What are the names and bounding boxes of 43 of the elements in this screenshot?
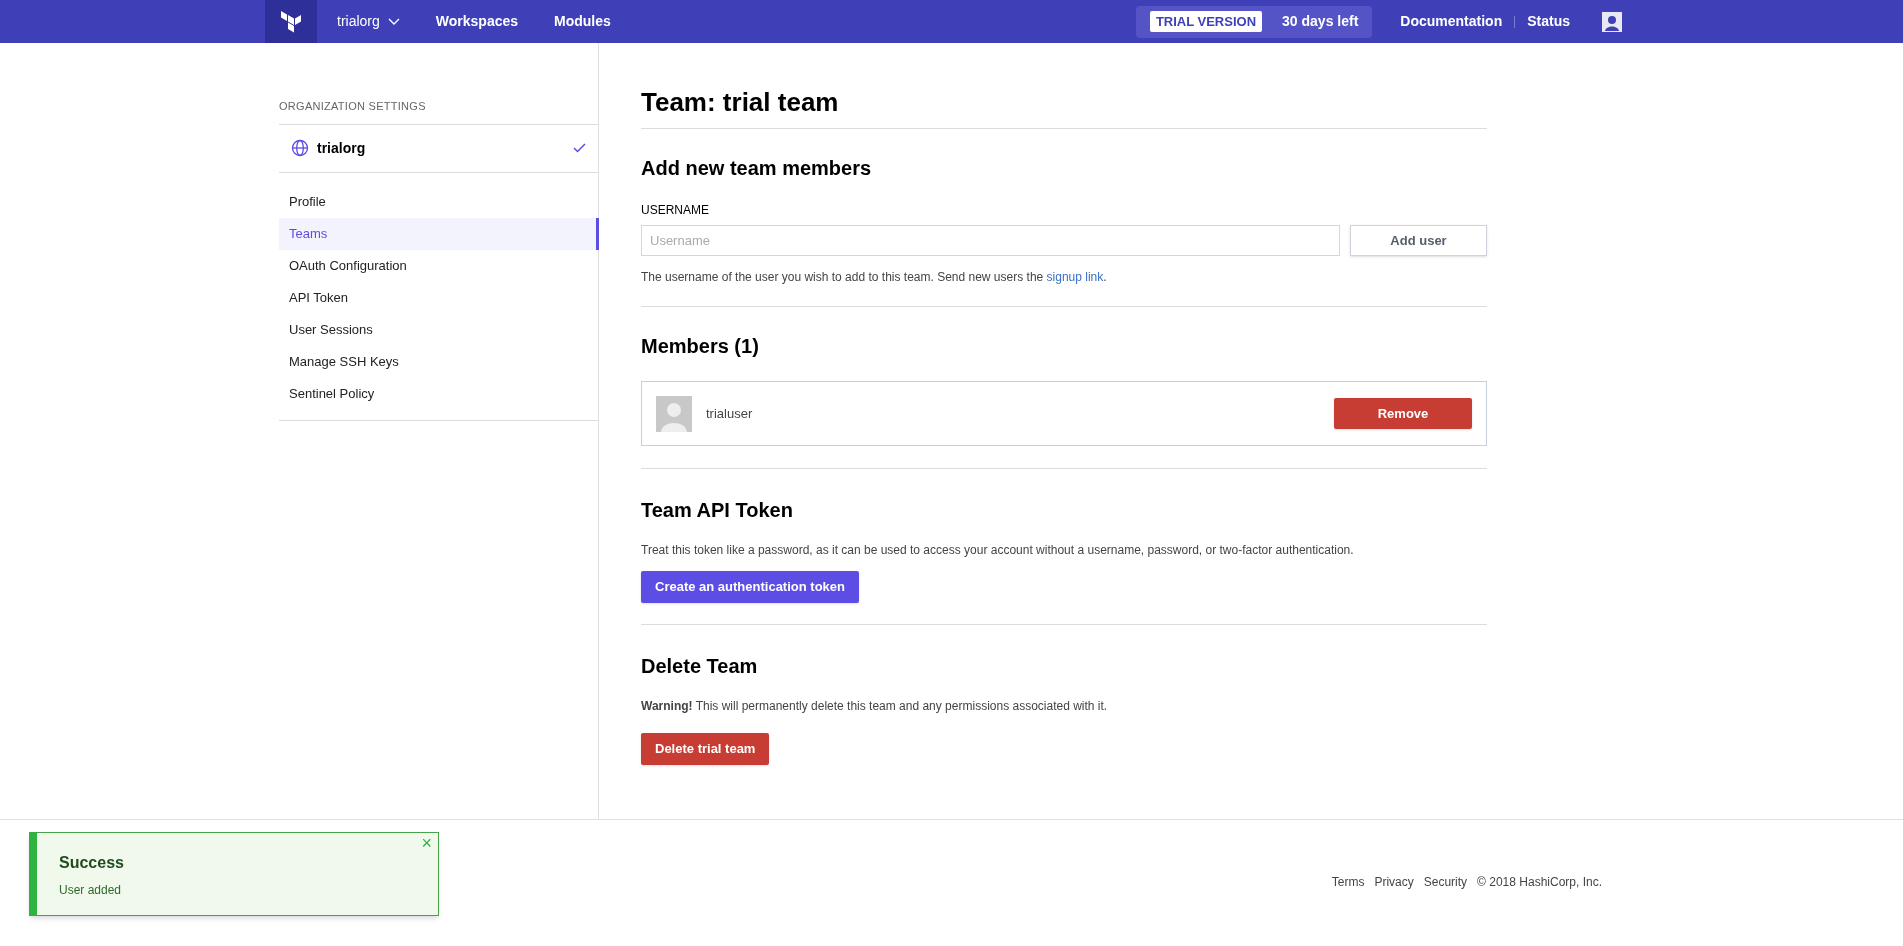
warning-text: Warning! This will permanently delete this team and any permissions associated with it.	[641, 698, 1109, 715]
member-username: trialuser	[706, 404, 753, 423]
header-link[interactable]: Documentation	[1400, 11, 1503, 32]
trial-badge: TRIAL VERSION	[1149, 10, 1263, 33]
footer-link[interactable]: Privacy	[1374, 873, 1414, 891]
copyright-text: © 2018 HashiCorp, Inc.	[1477, 874, 1602, 891]
header-link[interactable]: Status	[1527, 11, 1570, 32]
footer-link[interactable]: Terms	[1331, 873, 1365, 891]
org-switcher[interactable]: trialorg	[337, 11, 400, 32]
help-text: The username of the user you wish to add to this team. Send new users the signup link.	[641, 268, 1487, 307]
section-heading: Members (1)	[641, 334, 760, 359]
add-user-button[interactable]: Add user	[1350, 225, 1487, 256]
org-row[interactable]: trialorg	[279, 123, 598, 173]
footer-link[interactable]: Security	[1423, 873, 1468, 891]
field-label: USERNAME	[641, 202, 710, 219]
globe-icon	[291, 139, 309, 157]
toast-title: Success	[59, 853, 125, 873]
section-heading: Team API Token	[641, 498, 794, 523]
sidebar-item[interactable]: Profile	[279, 185, 598, 218]
create-token-button[interactable]: Create an authentication token	[641, 571, 859, 603]
token-description: Treat this token like a password, as it can be used to access your account without a username, password, or two-factor authentication.	[641, 542, 1355, 559]
username-field[interactable]: Username	[641, 225, 1340, 256]
sidebar-item[interactable]: Teams	[279, 217, 599, 250]
section-heading: Delete Team	[641, 654, 759, 679]
sidebar-item[interactable]: OAuth Configuration	[279, 249, 598, 282]
nav-link[interactable]: Workspaces	[435, 11, 519, 32]
logo-icon[interactable]	[281, 10, 301, 33]
page-title: Team: trial team	[641, 83, 1487, 129]
remove-button[interactable]: Remove	[1334, 398, 1472, 429]
sidebar-item[interactable]: API Token	[279, 281, 598, 314]
delete-team-button[interactable]: Delete trial team	[641, 733, 770, 765]
user-avatar-icon[interactable]	[1602, 11, 1622, 32]
section-heading: Add new team members	[641, 156, 873, 181]
avatar-placeholder-icon	[656, 395, 692, 432]
sidebar-item[interactable]: Sentinel Policy	[279, 377, 598, 410]
sidebar-item[interactable]: User Sessions	[279, 313, 598, 346]
sidebar-item[interactable]: Manage SSH Keys	[279, 345, 598, 378]
sidebar-heading: ORGANIZATION SETTINGS	[279, 99, 427, 114]
chevron-down-icon	[387, 17, 400, 26]
org-name: trialorg	[317, 138, 366, 158]
toast-message: User added	[59, 882, 123, 899]
trial-days-text: 30 days left	[1282, 12, 1359, 31]
nav-link[interactable]: Modules	[554, 11, 611, 32]
